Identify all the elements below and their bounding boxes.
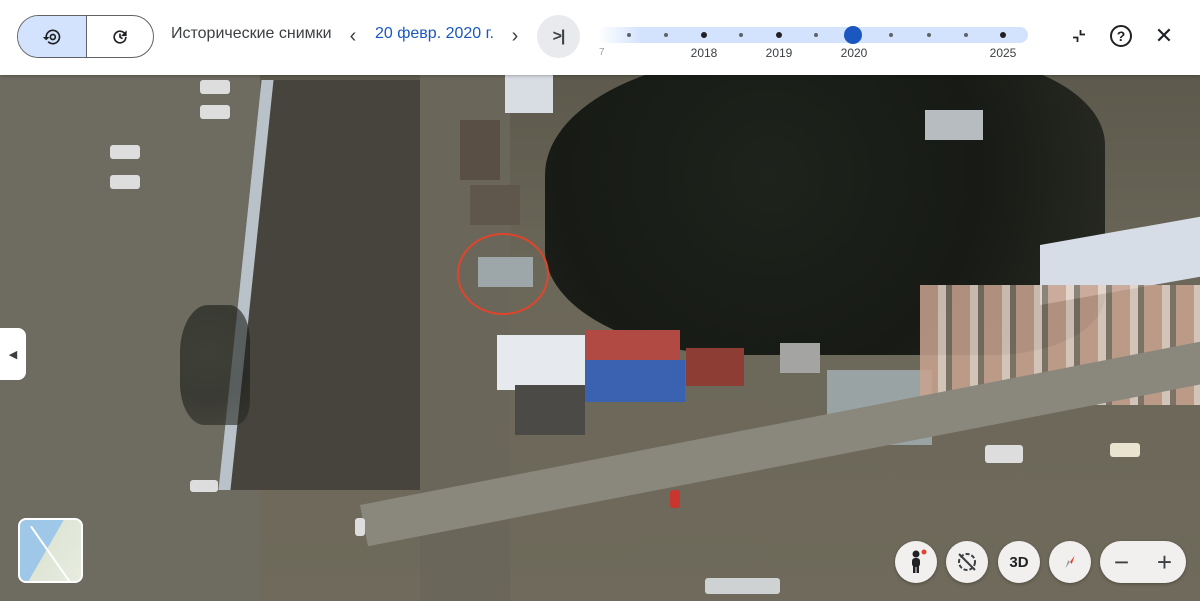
car bbox=[200, 80, 230, 94]
panel-title: Исторические снимки bbox=[171, 25, 332, 42]
timeline-selected-handle[interactable] bbox=[844, 26, 862, 44]
collapse-icon bbox=[1073, 30, 1085, 42]
car bbox=[355, 518, 365, 536]
timeline-dot[interactable] bbox=[776, 32, 782, 38]
timeline-dot[interactable] bbox=[664, 33, 668, 37]
blue-roof bbox=[585, 360, 685, 402]
car bbox=[1110, 443, 1140, 457]
3d-label: 3D bbox=[1009, 553, 1029, 571]
imagery-mode-toggle bbox=[17, 15, 154, 58]
timeline-dot[interactable] bbox=[964, 33, 968, 37]
timeline-dot[interactable] bbox=[1000, 32, 1006, 38]
compass-icon bbox=[1065, 555, 1075, 569]
minimap-road bbox=[30, 525, 72, 581]
timeline-dot[interactable] bbox=[814, 33, 818, 37]
close-button[interactable]: ✕ bbox=[1150, 22, 1178, 50]
timeline-dot[interactable] bbox=[889, 33, 893, 37]
collapse-button[interactable] bbox=[1065, 22, 1093, 50]
car bbox=[985, 445, 1023, 463]
highlight-circle bbox=[457, 233, 549, 315]
current-mode-button[interactable] bbox=[85, 16, 154, 57]
zoom-in-button[interactable]: + bbox=[1143, 541, 1186, 583]
small-building-2 bbox=[470, 185, 520, 225]
close-icon: ✕ bbox=[1154, 23, 1174, 48]
selected-date[interactable]: 20 февр. 2020 г. bbox=[375, 25, 494, 43]
side-panel-toggle[interactable]: ◀ bbox=[0, 328, 26, 380]
car bbox=[110, 145, 140, 159]
history-mode-button[interactable] bbox=[18, 16, 86, 57]
timeline-year-label: 2018 bbox=[690, 46, 718, 60]
white-building-top bbox=[505, 75, 553, 113]
imagery-timeline[interactable] bbox=[598, 26, 1028, 44]
timeline-year-label: 2025 bbox=[989, 46, 1017, 60]
tilt-toggle-button[interactable] bbox=[946, 541, 988, 583]
timeline-dot[interactable] bbox=[739, 33, 743, 37]
3d-toggle-button[interactable]: 3D bbox=[998, 541, 1040, 583]
jump-to-latest-button[interactable]: >| bbox=[537, 15, 580, 58]
street-view-button[interactable] bbox=[895, 541, 937, 583]
tree-cluster-small bbox=[180, 305, 250, 425]
car bbox=[670, 490, 680, 508]
car bbox=[110, 175, 140, 189]
timeline-year-label: 2020 bbox=[840, 46, 868, 60]
gray-roof bbox=[780, 343, 820, 373]
minimap-layer-toggle[interactable] bbox=[18, 518, 83, 583]
next-date-button[interactable]: › bbox=[503, 22, 527, 50]
zoom-control: − + bbox=[1100, 541, 1186, 583]
historical-imagery-toolbar: Исторические снимки ‹ 20 февр. 2020 г. ›… bbox=[0, 0, 1200, 75]
compass-off-icon bbox=[958, 553, 976, 571]
car bbox=[200, 105, 230, 119]
car bbox=[190, 480, 218, 492]
gray-shed bbox=[925, 110, 983, 140]
satellite-map[interactable] bbox=[0, 75, 1200, 601]
refresh-icon bbox=[113, 29, 127, 44]
compass-button[interactable] bbox=[1049, 541, 1091, 583]
previous-date-button[interactable]: ‹ bbox=[341, 22, 365, 50]
history-icon bbox=[42, 29, 61, 44]
help-button[interactable]: ? bbox=[1107, 22, 1135, 50]
skip-to-end-icon: >| bbox=[552, 27, 566, 45]
timeline-dot[interactable] bbox=[701, 32, 707, 38]
timeline-year-label: 2019 bbox=[765, 46, 793, 60]
brown-roof bbox=[686, 348, 744, 386]
pegman-icon bbox=[912, 549, 927, 573]
timeline-dot[interactable] bbox=[627, 33, 631, 37]
zoom-out-button[interactable]: − bbox=[1100, 541, 1143, 583]
dark-roof bbox=[515, 385, 585, 435]
timeline-dot[interactable] bbox=[927, 33, 931, 37]
small-building bbox=[460, 120, 500, 180]
help-icon: ? bbox=[1110, 25, 1132, 47]
timeline-partial-label: 7 bbox=[599, 47, 605, 58]
car bbox=[705, 578, 780, 594]
white-store-roof bbox=[497, 335, 587, 390]
